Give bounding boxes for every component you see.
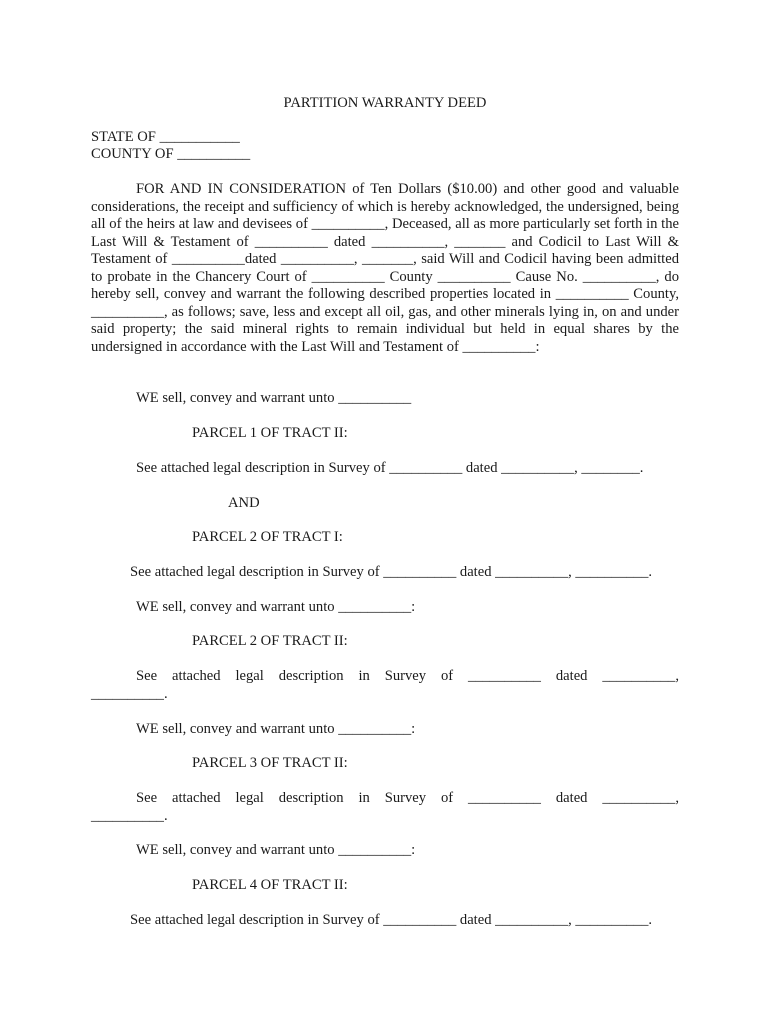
survey-description-line1: See attached legal description in Survey…	[136, 668, 679, 684]
survey-description: See attached legal description in Survey…	[130, 564, 653, 580]
consideration-text: FOR AND IN CONSIDERATION of Ten Dollars …	[91, 181, 679, 355]
survey-description-line2: __________.	[91, 808, 168, 824]
convey-line: WE sell, convey and warrant unto _______…	[136, 599, 416, 615]
convey-line: WE sell, convey and warrant unto _______…	[136, 721, 416, 737]
parcel-heading: PARCEL 4 OF TRACT II:	[192, 877, 348, 893]
state-line: STATE OF ___________	[91, 129, 240, 145]
and-connector: AND	[228, 495, 260, 511]
county-line: COUNTY OF __________	[91, 146, 251, 162]
document-title: PARTITION WARRANTY DEED	[283, 95, 487, 111]
convey-line: WE sell, convey and warrant unto _______…	[136, 842, 416, 858]
survey-description-line2: __________.	[91, 686, 168, 702]
parcel-heading: PARCEL 2 OF TRACT II:	[192, 633, 348, 649]
survey-description-line1: See attached legal description in Survey…	[136, 790, 679, 806]
consideration-paragraph: FOR AND IN CONSIDERATION of Ten Dollars …	[91, 181, 679, 356]
parcel-heading: PARCEL 2 OF TRACT I:	[192, 529, 343, 545]
convey-line: WE sell, convey and warrant unto _______…	[136, 390, 412, 406]
survey-description: See attached legal description in Survey…	[130, 912, 653, 928]
survey-description: See attached legal description in Survey…	[136, 460, 644, 476]
parcel-heading: PARCEL 3 OF TRACT II:	[192, 755, 348, 771]
parcel-heading: PARCEL 1 OF TRACT II:	[192, 425, 348, 441]
